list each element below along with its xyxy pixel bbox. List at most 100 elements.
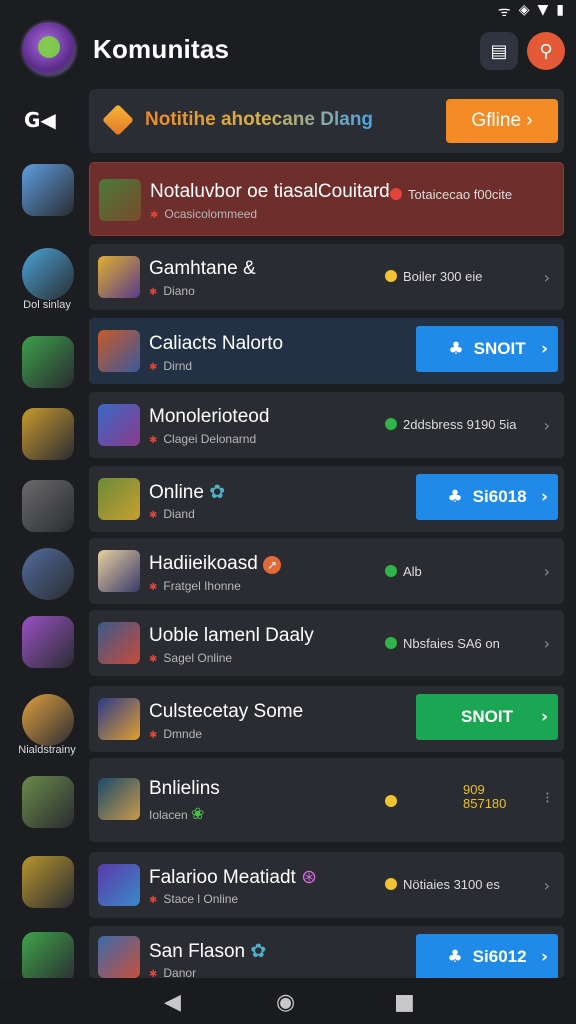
row-stat: Nötiaies 3100 es <box>403 877 500 892</box>
list-item[interactable]: Culstecetay Some ✱ Dmnde SNOIT › <box>89 686 564 752</box>
battery-icon: ▮ <box>556 2 564 18</box>
list-item[interactable]: Falarioo Meatiadt ⊛ ✱ Stace l Online Nöti… <box>89 852 564 918</box>
start-button-label: Si6018 <box>472 487 527 506</box>
game-thumbnail <box>98 778 140 820</box>
start-button-label: Si6012 <box>472 947 527 966</box>
row-title-icon: ↗ <box>263 556 282 574</box>
sidebar-game-icon[interactable] <box>22 616 74 668</box>
status-dot-icon <box>385 270 397 282</box>
chevron-right-icon: › <box>540 707 548 727</box>
sidebar-label: Dol sinlay <box>23 299 71 311</box>
status-dot-icon: ✱ <box>149 654 158 665</box>
back-nav-icon[interactable]: ◀ <box>164 990 181 1015</box>
status-dot-icon <box>385 878 397 890</box>
list-item[interactable]: Online ✿ ✱ Diand ♣ Si6018 › <box>89 466 564 532</box>
sidebar-game-icon[interactable] <box>22 248 74 300</box>
status-dot-icon <box>385 795 397 807</box>
notification-banner[interactable]: Notitihe ahotecane Dlang Gfline › <box>89 89 564 153</box>
row-title: San Flason <box>149 941 246 962</box>
wifi-icon: ▼ <box>537 2 549 18</box>
status-dot-icon: ✱ <box>149 510 158 521</box>
more-icon[interactable]: ⁝ <box>545 788 550 807</box>
row-subtitle: Sagel Online <box>163 651 233 665</box>
sidebar-game-icon[interactable] <box>22 164 74 216</box>
row-subtitle: Dirnd <box>163 359 193 373</box>
list-item[interactable]: Gamhtane & ✱ Diano Boiler 300 eie › <box>89 244 564 310</box>
status-dot-icon: ✱ <box>149 287 158 298</box>
list-item[interactable]: Uoble lamenl Daaly ✱ Sagel Online Nbsfaie… <box>89 610 564 676</box>
row-title-icon: ⊛ <box>301 867 317 888</box>
sidebar-game-icon[interactable] <box>22 548 74 600</box>
start-button[interactable]: ♣ SNOIT › <box>416 326 558 372</box>
row-subtitle: Stace l Online <box>163 892 239 906</box>
status-icons: ᯤ ◈ ▼ ▮ <box>498 2 564 21</box>
row-subtitle: Diano <box>163 284 195 298</box>
status-bar: ᯤ ◈ ▼ ▮ <box>0 0 576 22</box>
list-item[interactable]: San Flason ✿ ✱ Danor ♣ Si6012 › <box>89 926 564 980</box>
row-title: Notaluvbor oe tiasalCouitard <box>150 181 390 202</box>
status-dot-icon <box>385 565 397 577</box>
sidebar-weapon-icon[interactable] <box>22 408 74 460</box>
start-button[interactable]: SNOIT › <box>416 694 558 740</box>
chevron-right-icon[interactable]: › <box>544 634 550 653</box>
recents-nav-icon[interactable]: ■ <box>394 990 415 1015</box>
row-stat: Nbsfaies SA6 on <box>403 636 500 651</box>
list-item[interactable]: Monolerioteod ✱ Clagei Delonarnd 2ddsbres… <box>89 392 564 458</box>
home-nav-icon[interactable]: ◉ <box>276 990 295 1015</box>
game-thumbnail <box>98 404 140 446</box>
start-button[interactable]: ♣ Si6012 › <box>416 934 558 980</box>
leaf-icon: ❀ <box>191 806 205 823</box>
status-dot-icon: ✱ <box>149 362 158 373</box>
row-title: Gamhtane & <box>149 258 256 279</box>
sidebar-game-icon[interactable] <box>22 694 74 746</box>
chevron-right-icon[interactable]: › <box>544 268 550 287</box>
sidebar-label: Nialdstrainy <box>18 744 76 756</box>
player-icon: ♣ <box>448 339 464 359</box>
status-dot-icon: ✱ <box>149 730 158 741</box>
chevron-right-icon: › <box>540 947 548 967</box>
search-button[interactable]: ⚲ <box>527 32 565 70</box>
row-title: Bnlielins <box>149 778 220 799</box>
avatar[interactable] <box>22 22 76 76</box>
chevron-right-icon[interactable]: › <box>544 416 550 435</box>
status-dot-icon <box>390 188 402 200</box>
row-subtitle: Iolacen <box>149 808 188 822</box>
list-icon: ▤ <box>490 40 508 62</box>
sidebar-weapon-icon[interactable] <box>22 776 74 828</box>
diamond-icon <box>102 104 134 136</box>
start-button-label: SNOIT <box>473 339 526 358</box>
list-item[interactable]: Bnlielins Iolacen ❀ 909 857180 ⁝ <box>89 758 564 842</box>
chevron-right-icon[interactable]: › <box>544 876 550 895</box>
list-item[interactable]: Notaluvbor oe tiasalCouitard ✱ Ocasicolom… <box>89 162 564 236</box>
page-title: Komunitas <box>93 34 230 64</box>
sidebar-back-button[interactable]: G◀ <box>24 108 56 132</box>
sidebar-game-icon[interactable] <box>22 336 74 388</box>
chevron-right-icon[interactable]: › <box>544 562 550 581</box>
status-dot-icon <box>385 418 397 430</box>
sidebar-weapon-icon[interactable] <box>22 856 74 908</box>
row-subtitle: Clagei Delonarnd <box>163 432 257 446</box>
status-dot-icon: ✱ <box>149 435 158 446</box>
online-button[interactable]: Gfline › <box>446 99 558 143</box>
score-value: 857180 <box>463 796 507 811</box>
chevron-right-icon: › <box>540 339 548 359</box>
menu-button[interactable]: ▤ <box>480 32 518 70</box>
row-stat: Boiler 300 eie <box>403 269 483 284</box>
list-item[interactable]: Caliacts Nalorto ✱ Dirnd ♣ SNOIT › <box>89 318 564 384</box>
game-thumbnail <box>98 936 140 978</box>
row-title: Hadiieikoasd <box>149 553 258 574</box>
row-subtitle: Fratgel Ihonne <box>163 579 241 593</box>
game-thumbnail <box>98 330 140 372</box>
player-icon: ♣ <box>447 947 463 967</box>
row-title: Monolerioteod <box>149 406 270 427</box>
list-item[interactable]: Hadiieikoasd ↗ ✱ Fratgel Ihonne Alb › <box>89 538 564 604</box>
row-stat: Totaicecao f00cite <box>408 187 513 202</box>
start-button[interactable]: ♣ Si6018 › <box>416 474 558 520</box>
sidebar-weapon-icon[interactable] <box>22 480 74 532</box>
status-dot-icon: ✱ <box>150 210 159 221</box>
row-subtitle: Diand <box>163 507 195 521</box>
game-thumbnail <box>98 698 140 740</box>
game-thumbnail <box>98 622 140 664</box>
status-dot-icon <box>385 637 397 649</box>
sidebar-weapon-icon[interactable] <box>22 932 74 984</box>
